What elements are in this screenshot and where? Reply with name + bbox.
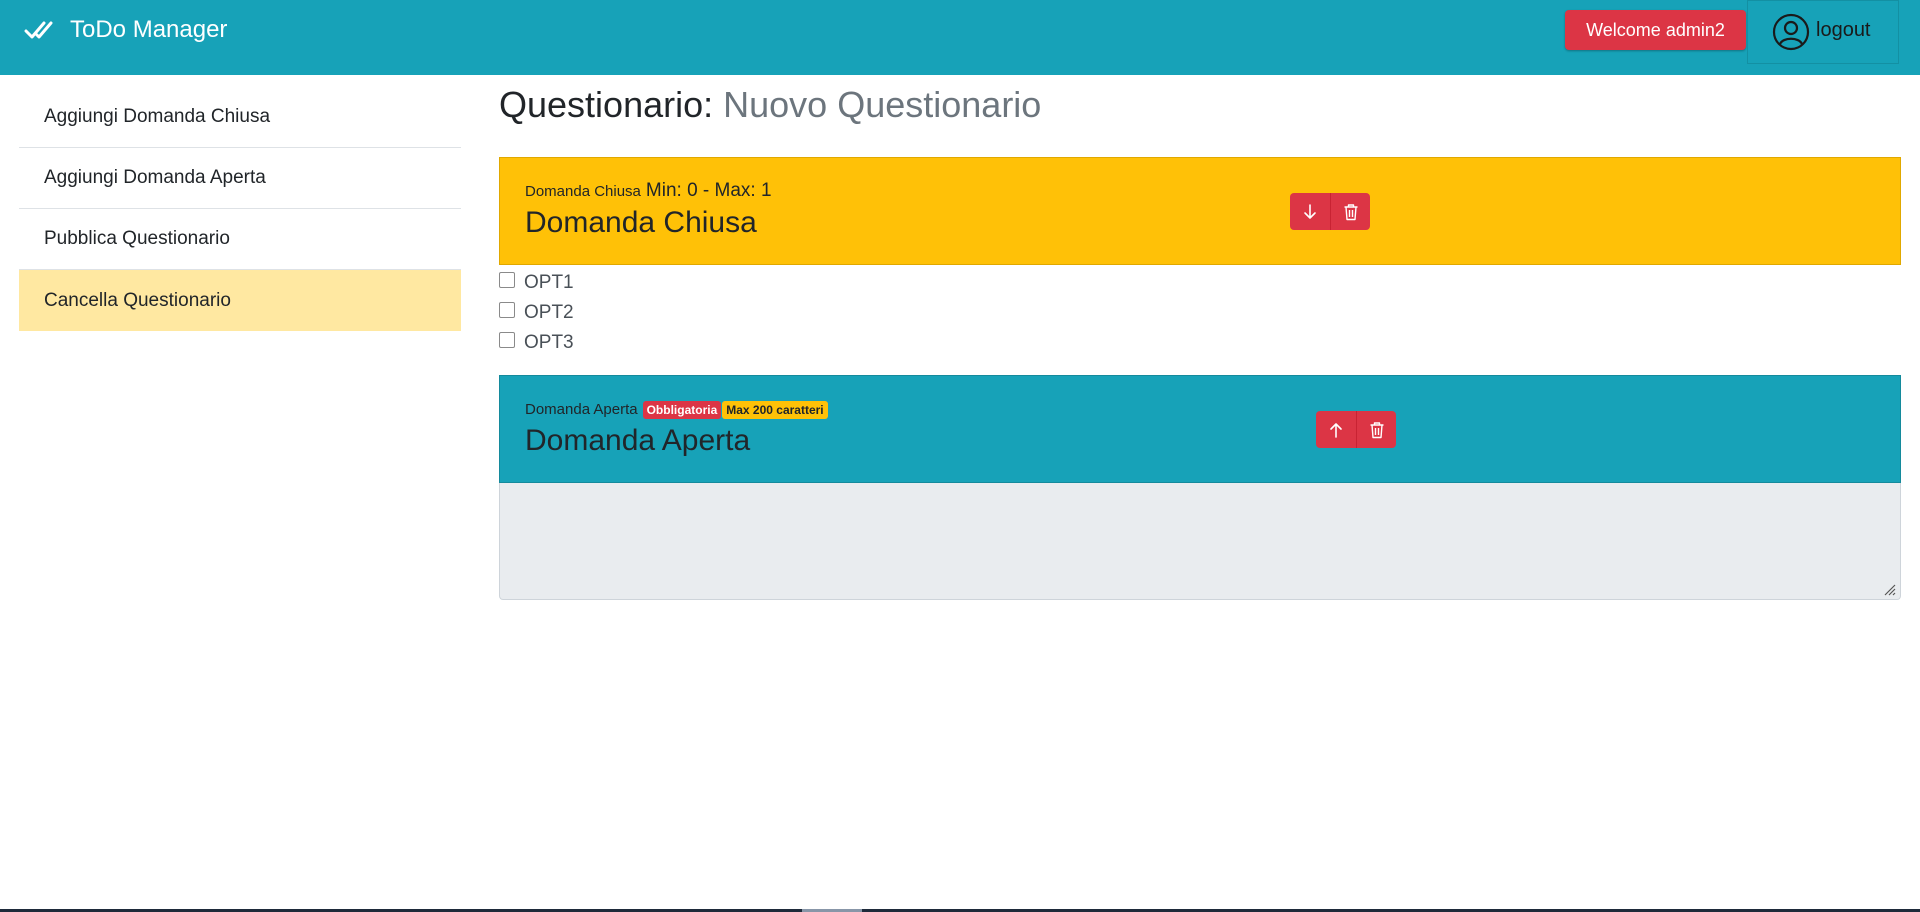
questionnaire-name: Nuovo Questionario [723,84,1042,125]
move-up-button[interactable] [1316,411,1356,448]
option-checkbox[interactable] [499,302,515,318]
question-type-label: Domanda Chiusa [525,183,641,200]
sidebar: Aggiungi Domanda Chiusa Aggiungi Domanda… [19,87,461,331]
question-range: Min: 0 - Max: 1 [645,180,772,201]
arrow-up-icon [1330,422,1342,438]
option-checkbox[interactable] [499,272,515,288]
double-check-icon [24,21,53,39]
resize-handle-icon[interactable] [1882,582,1896,596]
user-circle-icon [1772,13,1810,51]
question-meta: Domanda Chiusa Min: 0 - Max: 1 [525,180,772,202]
brand-title: ToDo Manager [70,16,228,43]
navbar: ToDo Manager Welcome admin2 logout [0,0,1920,75]
question-actions [1290,193,1370,230]
logout-label: logout [1816,18,1871,41]
question-actions [1316,411,1396,448]
question-text: Domanda Aperta [525,424,751,457]
question-text: Domanda Chiusa [525,206,757,239]
move-down-button[interactable] [1290,193,1330,230]
option-label: OPT2 [524,302,574,323]
delete-question-button[interactable] [1356,411,1396,448]
page-title: Questionario: Nuovo Questionario [499,84,1041,126]
trash-icon [1344,203,1357,220]
option-item[interactable]: OPT1 [499,268,574,298]
required-badge: Obbligatoria [642,401,722,419]
sidebar-item-aggiungi-domanda-chiusa[interactable]: Aggiungi Domanda Chiusa [19,87,461,148]
brand-link[interactable]: ToDo Manager [24,14,227,46]
trash-icon [1370,421,1383,438]
sidebar-item-cancella-questionario[interactable]: Cancella Questionario [19,270,461,331]
answer-textarea[interactable] [499,483,1901,600]
delete-question-button[interactable] [1330,193,1370,230]
option-label: OPT1 [524,272,574,293]
option-label: OPT3 [524,332,574,353]
welcome-button[interactable]: Welcome admin2 [1565,10,1746,50]
question-meta: Domanda Aperta Obbligatoria Max 200 cara… [525,401,828,419]
option-checkbox[interactable] [499,332,515,348]
open-question-card: Domanda Aperta Obbligatoria Max 200 cara… [499,375,1901,483]
closed-question-options: OPT1 OPT2 OPT3 [499,268,574,358]
arrow-down-icon [1304,203,1316,219]
option-item[interactable]: OPT3 [499,328,574,358]
closed-question-card: Domanda Chiusa Min: 0 - Max: 1 Domanda C… [499,157,1901,265]
question-type-label: Domanda Aperta [525,401,638,418]
max-length-badge: Max 200 caratteri [722,401,828,419]
logout-button[interactable]: logout [1747,0,1899,64]
sidebar-item-pubblica-questionario[interactable]: Pubblica Questionario [19,209,461,270]
page-title-prefix: Questionario: [499,84,714,125]
option-item[interactable]: OPT2 [499,298,574,328]
sidebar-item-aggiungi-domanda-aperta[interactable]: Aggiungi Domanda Aperta [19,148,461,209]
